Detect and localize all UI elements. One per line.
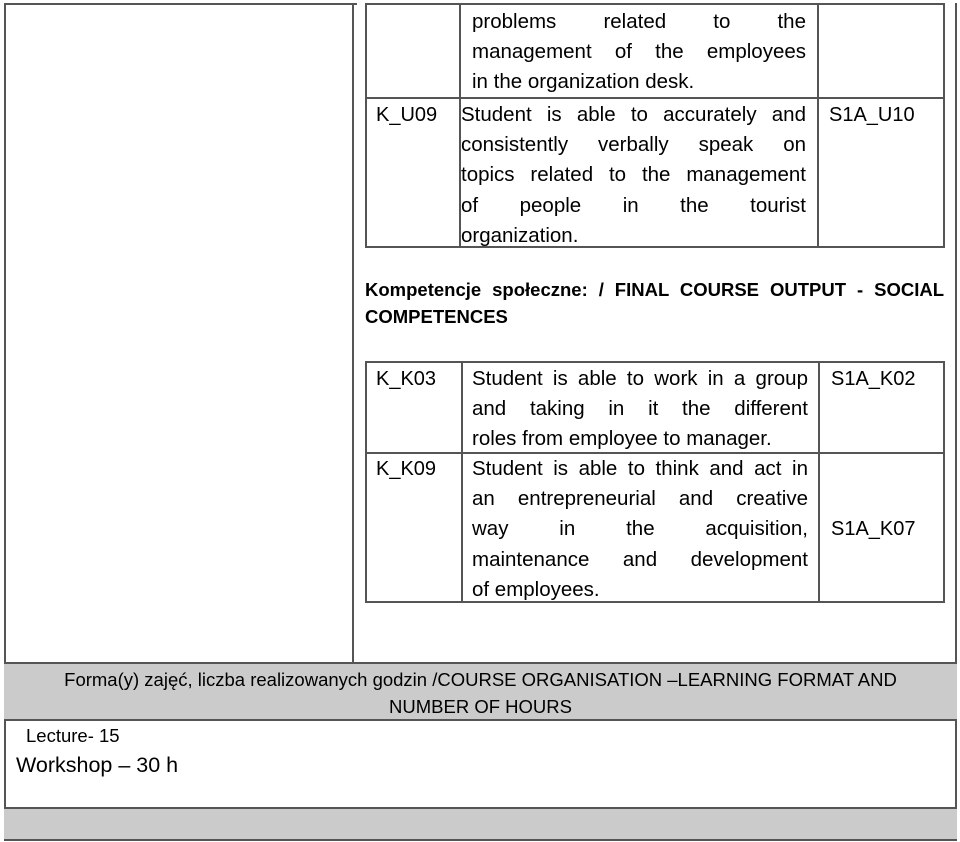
social-competences-table: K_K03 Student is able to work in a group… [365, 361, 945, 603]
competence-code: K_K09 [376, 458, 437, 480]
competence-description-line: way in the acquisition, [472, 517, 808, 541]
table-row: Student is able to think and act in an e… [472, 454, 808, 605]
heading-line: COMPETENCES [365, 306, 508, 327]
skill-description-line: consistently verbally speak on [461, 133, 806, 157]
competence-description-line: roles from employee to manager. [472, 427, 772, 451]
skill-description-line: organization. [461, 223, 579, 247]
course-organisation-header: Forma(y) zajęć, liczba realizowanych god… [4, 662, 957, 721]
competence-description-line: of employees. [472, 577, 600, 601]
column-divider [352, 3, 354, 663]
skill-code: K_U09 [376, 104, 438, 126]
course-organisation-title-line1: Forma(y) zajęć, liczba realizowanych god… [64, 669, 897, 690]
skill-description-line: in the organization desk. [472, 70, 695, 94]
footer-band [4, 807, 957, 841]
competence-reference: S1A_K02 [831, 368, 916, 390]
competence-description-line: Student is able to work in a group [472, 367, 808, 390]
skill-reference: S1A_U10 [829, 104, 915, 126]
course-organisation-title-line2: NUMBER OF HOURS [389, 696, 572, 717]
competence-description-line: maintenance and development [472, 547, 808, 571]
table-row: Student is able to work in a group and t… [472, 364, 808, 455]
competence-description-line: and taking in it the different [472, 397, 808, 421]
skill-description-line: topics related to the management [461, 163, 806, 187]
table-row: Student is able to accurately and consis… [461, 100, 806, 251]
skill-description-line: problems related to the [472, 10, 806, 33]
skill-description-line: of people in the tourist [461, 193, 806, 217]
competence-description-line: an entrepreneurial and creative [472, 487, 808, 511]
course-organisation-content: Lecture- 15 Workshop – 30 h [6, 721, 955, 808]
outer-border-top [4, 3, 357, 5]
skill-description-line: Student is able to accurately and [461, 103, 806, 126]
skill-description-line: management of the employees [472, 40, 806, 64]
table-row: problems related to the management of th… [472, 7, 806, 98]
skills-table: problems related to the management of th… [365, 3, 945, 248]
social-table-col-divider-2 [818, 363, 820, 601]
learning-format-item: Workshop – 30 h [16, 753, 179, 777]
social-competences-heading: Kompetencje społeczne: / FINAL COURSE OU… [365, 276, 944, 330]
competence-description-line: Student is able to think and act in [472, 457, 808, 480]
competence-reference: S1A_K07 [831, 518, 916, 540]
social-table-col-divider-1 [461, 363, 463, 601]
heading-line: Kompetencje społeczne: / FINAL COURSE OU… [365, 279, 944, 300]
competence-code: K_K03 [376, 368, 437, 390]
skills-table-col-divider-2 [817, 5, 819, 246]
learning-format-item: Lecture- 15 [26, 725, 120, 746]
